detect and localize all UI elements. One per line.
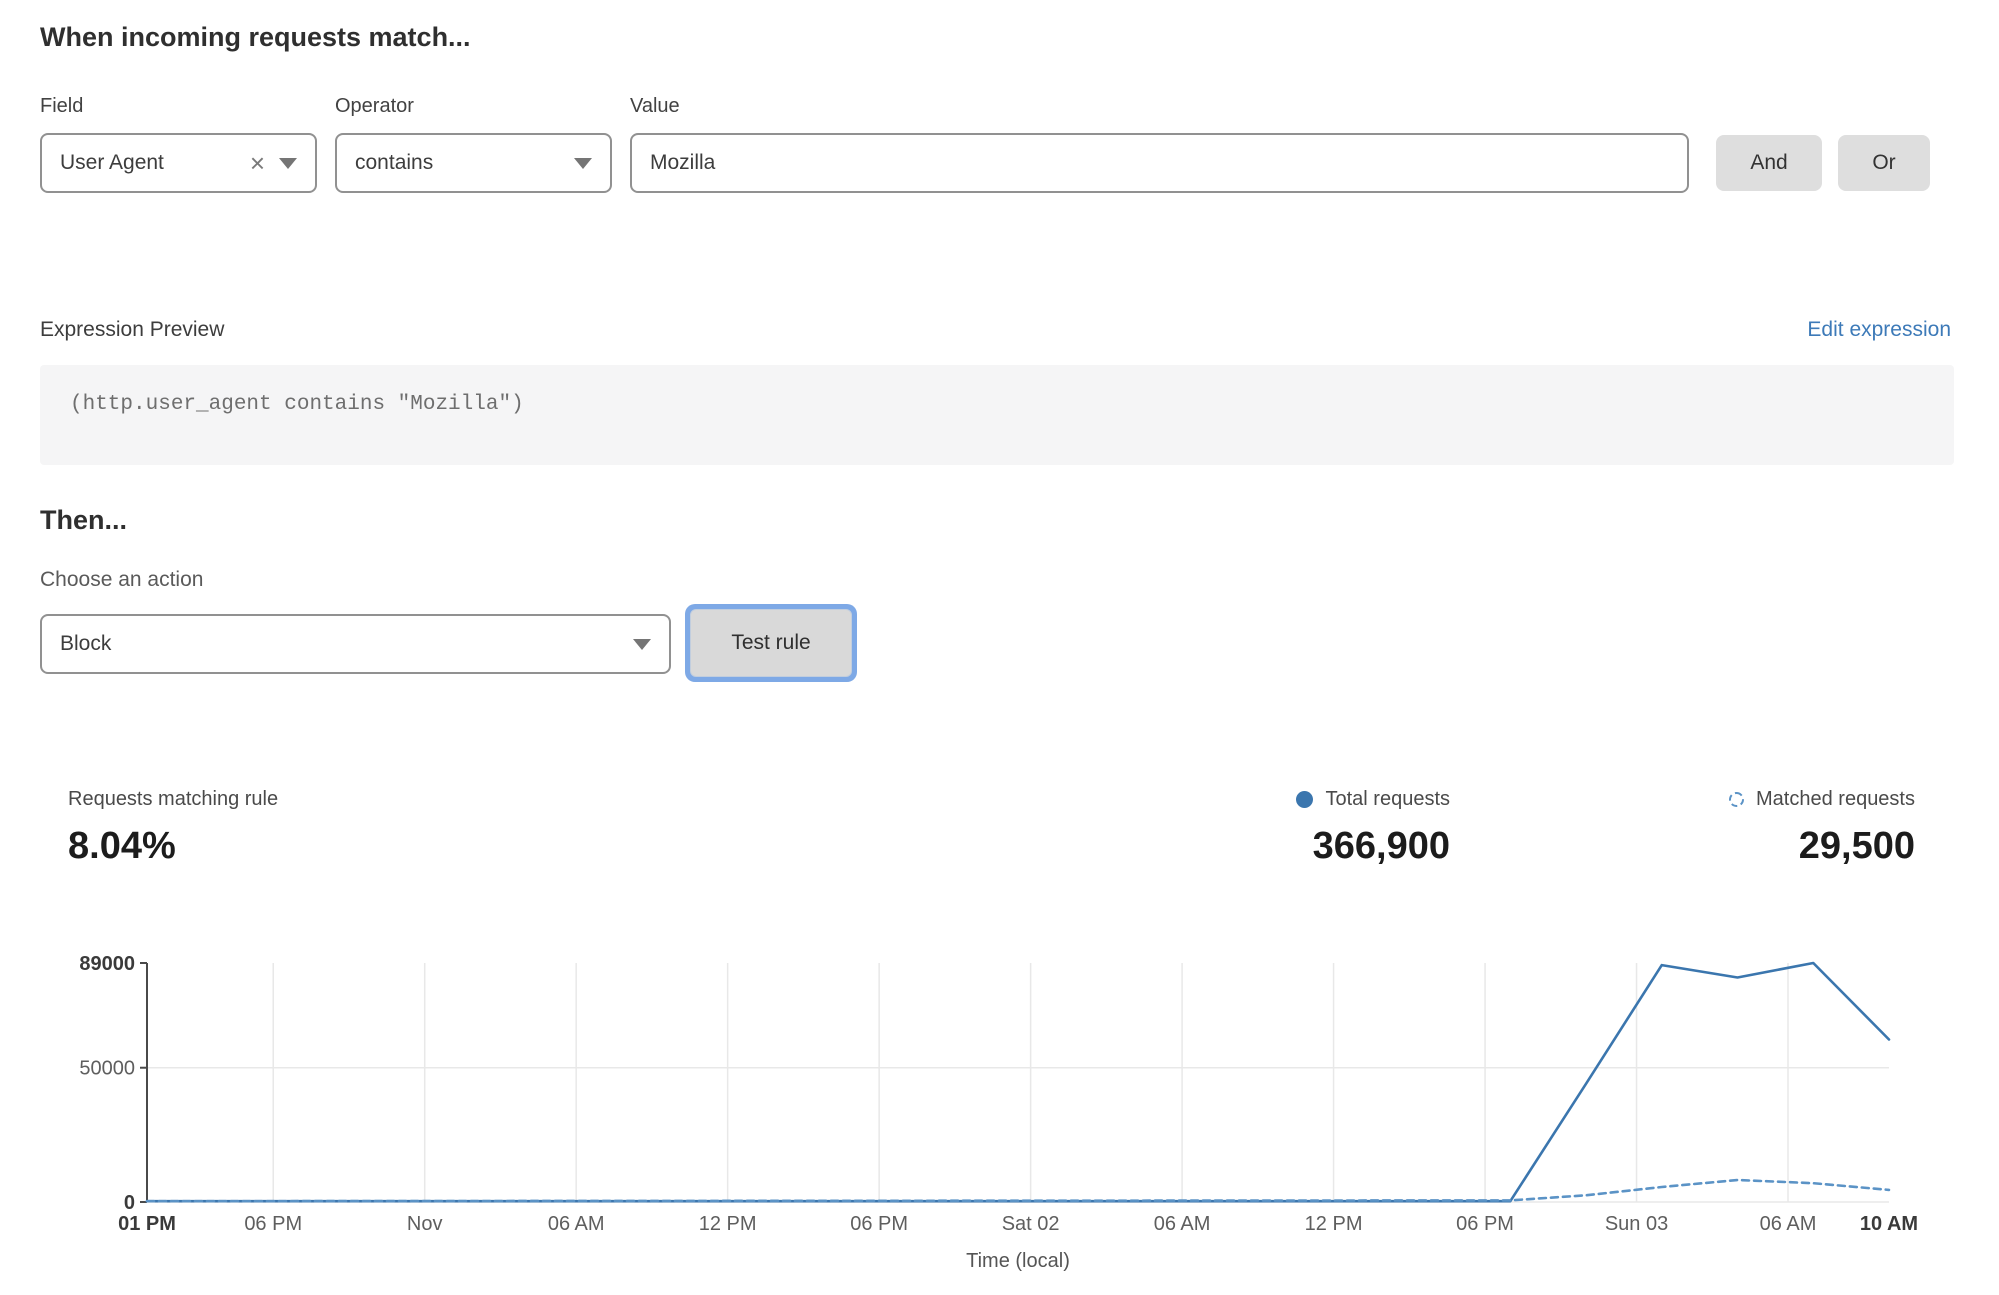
page-title: When incoming requests match... [40, 22, 471, 53]
y-tick-label: 50000 [79, 1058, 135, 1080]
test-rule-button[interactable]: Test rule [690, 609, 852, 677]
total-requests-stat: Total requests 366,900 [1296, 788, 1450, 868]
chevron-down-icon [633, 639, 651, 650]
field-select-value: User Agent [60, 151, 236, 175]
expression-code: (http.user_agent contains "Mozilla") [40, 365, 1954, 465]
requests-matching-value: 8.04% [68, 825, 278, 868]
x-tick-label: 12 PM [1305, 1213, 1363, 1235]
matched-requests-value: 29,500 [1729, 825, 1915, 868]
x-tick-label: Nov [407, 1213, 443, 1235]
action-select-value: Block [60, 632, 619, 656]
x-tick-label: 10 AM [1860, 1213, 1918, 1235]
x-axis-title: Time (local) [966, 1250, 1070, 1272]
x-tick-label: 06 AM [548, 1213, 605, 1235]
matched-requests-stat: Matched requests 29,500 [1729, 788, 1915, 868]
chevron-down-icon [279, 158, 297, 169]
matched-requests-label: Matched requests [1756, 788, 1915, 811]
total-requests-label: Total requests [1325, 788, 1450, 811]
x-tick-label: 06 PM [1456, 1213, 1514, 1235]
or-button[interactable]: Or [1838, 135, 1930, 191]
field-label: Field [40, 95, 83, 118]
x-tick-label: 12 PM [699, 1213, 757, 1235]
clear-field-icon[interactable]: × [250, 150, 265, 176]
total-requests-value: 366,900 [1296, 825, 1450, 868]
y-tick-label: 0 [124, 1192, 135, 1214]
matched-requests-legend-icon [1729, 792, 1744, 807]
requests-matching-stat: Requests matching rule 8.04% [68, 788, 278, 868]
action-select[interactable]: Block [40, 614, 671, 674]
x-tick-label: 06 AM [1154, 1213, 1211, 1235]
chevron-down-icon [574, 158, 592, 169]
x-tick-label: 06 AM [1760, 1213, 1817, 1235]
requests-chart-svg: 89000 50000 001 PM 06 PM Nov 06 AM 12 PM 06 PM S… [0, 935, 1999, 1295]
and-button[interactable]: And [1716, 135, 1822, 191]
operator-select-value: contains [355, 151, 560, 175]
operator-label: Operator [335, 95, 414, 118]
then-heading: Then... [40, 505, 127, 536]
value-input[interactable] [630, 133, 1689, 193]
x-tick-label: Sun 03 [1605, 1213, 1668, 1235]
x-tick-label: 01 PM [118, 1213, 176, 1235]
requests-matching-label: Requests matching rule [68, 788, 278, 811]
matched-requests-line [147, 1180, 1889, 1201]
choose-action-label: Choose an action [40, 568, 203, 592]
x-tick-label: 06 PM [850, 1213, 908, 1235]
value-label: Value [630, 95, 680, 118]
x-tick-label: 06 PM [244, 1213, 302, 1235]
expression-preview-label: Expression Preview [40, 318, 224, 342]
requests-chart: 89000 50000 001 PM 06 PM Nov 06 AM 12 PM 06 PM S… [0, 935, 1999, 1295]
operator-select[interactable]: contains [335, 133, 612, 193]
y-tick-label: 89000 [79, 953, 135, 975]
x-tick-label: Sat 02 [1002, 1213, 1060, 1235]
edit-expression-link[interactable]: Edit expression [1807, 318, 1951, 342]
total-requests-line [147, 963, 1889, 1201]
test-rule-focus-ring: Test rule [685, 604, 857, 682]
field-select[interactable]: User Agent × [40, 133, 317, 193]
total-requests-legend-icon [1296, 791, 1313, 808]
